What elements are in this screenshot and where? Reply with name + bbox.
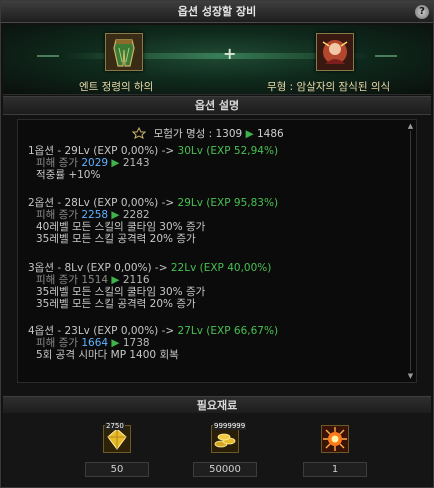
- target-equipment-slot[interactable]: [105, 33, 143, 71]
- damage-to: 2143: [122, 157, 150, 169]
- option-head: 4옵션 - 23Lv (EXP 0,00%) -> 27Lv (EXP 66,6…: [28, 325, 398, 337]
- material-badge: 9999999: [213, 422, 247, 430]
- fame-from: 1309: [215, 128, 243, 140]
- damage-from: 1664: [81, 337, 109, 349]
- option-level-to: 27Lv (EXP 66,67%): [177, 325, 279, 337]
- option-growth-window: 옵션 성장할 장비 ? + 엔트 정령의 하의 무형 : 암살자의 잠식된 의식…: [0, 0, 434, 488]
- fame-to: 1486: [256, 128, 284, 140]
- burst-orb-icon: [322, 426, 348, 452]
- option-description-header: 옵션 설명: [3, 96, 431, 115]
- option-effect: 35레벨 모든 스킬 공격력 20% 증가: [36, 298, 196, 310]
- option-head: 3옵션 - 8Lv (EXP 0,00%) -> 22Lv (EXP 40,00…: [28, 262, 398, 274]
- damage-from: 2258: [81, 209, 109, 221]
- option-effect: 적중률 +10%: [36, 169, 101, 181]
- scroll-up-arrow-icon[interactable]: ▲: [406, 122, 415, 130]
- window-title: 옵션 성장할 장비: [177, 5, 257, 18]
- adventurer-fame-line: 모험가 명성 : 1309 ▶ 1486: [18, 126, 398, 141]
- damage-arrow: ▶: [111, 274, 120, 286]
- damage-to: 2116: [122, 274, 150, 286]
- damage-to: 2282: [122, 209, 150, 221]
- material-equipment-slot[interactable]: [316, 33, 354, 71]
- fame-icon: [132, 127, 147, 139]
- option-level-from: 3옵션 - 8Lv (EXP 0,00%) ->: [28, 262, 168, 274]
- material-slot-2[interactable]: 9999999: [211, 422, 247, 453]
- damage-increase-label: 피해 증가: [36, 157, 78, 169]
- material-count-3: 1: [303, 462, 367, 477]
- damage-increase-line: 피해 증가 1664 ▶ 1738: [28, 337, 398, 349]
- option-level-to: 30Lv (EXP 52,94%): [177, 145, 279, 157]
- option-effect: 35레벨 모든 스킬의 쿨타임 30% 증가: [36, 286, 206, 298]
- damage-increase-line: 피해 증가 2029 ▶ 2143: [28, 157, 398, 169]
- material-equipment-name: 무형 : 암살자의 잠식된 의식: [267, 81, 391, 93]
- option-level-from: 4옵션 - 23Lv (EXP 0,00%) ->: [28, 325, 175, 337]
- option-head: 2옵션 - 28Lv (EXP 0,00%) -> 29Lv (EXP 95,8…: [28, 197, 398, 209]
- option-level-to: 22Lv (EXP 40,00%): [170, 262, 272, 274]
- option-effect: 35레벨 모든 스킬 공격력 20% 증가: [36, 233, 196, 245]
- option-effect: 5회 공격 시마다 MP 1400 회복: [36, 349, 179, 361]
- help-button[interactable]: ?: [415, 5, 429, 19]
- option-level-from: 1옵션 - 29Lv (EXP 0,00%) ->: [28, 145, 175, 157]
- scroll-track[interactable]: [410, 131, 411, 371]
- assassin-soul-icon: [317, 34, 353, 70]
- damage-arrow: ▶: [111, 209, 120, 221]
- option-block-2: 2옵션 - 28Lv (EXP 0,00%) -> 29Lv (EXP 95,8…: [28, 197, 398, 245]
- description-scrollbar[interactable]: ▲ ▼: [406, 122, 415, 380]
- combine-plus: +: [223, 44, 237, 63]
- material-badge: 2750: [105, 422, 125, 430]
- window-titlebar[interactable]: 옵션 성장할 장비 ?: [1, 1, 433, 23]
- damage-increase-label: 피해 증가: [36, 274, 78, 286]
- damage-increase-line: 피해 증가 1514 ▶ 2116: [28, 274, 398, 286]
- option-description-panel[interactable]: 모험가 명성 : 1309 ▶ 1486 1옵션 - 29Lv (EXP 0,0…: [17, 119, 417, 383]
- damage-to: 1738: [122, 337, 150, 349]
- left-arrow-decoration: [37, 55, 59, 57]
- fame-label: 모험가 명성 :: [153, 128, 213, 140]
- material-slot-3[interactable]: [321, 425, 349, 453]
- material-count-2: 50000: [193, 462, 257, 477]
- option-block-4: 4옵션 - 23Lv (EXP 0,00%) -> 27Lv (EXP 66,6…: [28, 325, 398, 361]
- leg-armor-icon: [106, 34, 142, 70]
- scroll-down-arrow-icon[interactable]: ▼: [406, 372, 415, 380]
- option-head: 1옵션 - 29Lv (EXP 0,00%) -> 30Lv (EXP 52,9…: [28, 145, 398, 157]
- equipment-panel: + 엔트 정령의 하의 무형 : 암살자의 잠식된 의식: [3, 25, 431, 95]
- option-block-3: 3옵션 - 8Lv (EXP 0,00%) -> 22Lv (EXP 40,00…: [28, 262, 398, 310]
- right-arrow-decoration: [375, 55, 397, 57]
- damage-increase-label: 피해 증가: [36, 209, 78, 221]
- damage-from: 2029: [81, 157, 109, 169]
- damage-arrow: ▶: [111, 157, 120, 169]
- fame-arrow: ▶: [245, 128, 254, 140]
- target-equipment-name: 엔트 정령의 하의: [79, 81, 154, 93]
- damage-from: 1514: [81, 274, 109, 286]
- damage-increase-line: 피해 증가 2258 ▶ 2282: [28, 209, 398, 221]
- damage-increase-label: 피해 증가: [36, 337, 78, 349]
- material-slot-1[interactable]: 2750: [103, 422, 131, 453]
- option-level-to: 29Lv (EXP 95,83%): [177, 197, 279, 209]
- material-count-1: 50: [85, 462, 149, 477]
- option-effect: 40레벨 모든 스킬의 쿨타임 30% 증가: [36, 221, 206, 233]
- option-block-1: 1옵션 - 29Lv (EXP 0,00%) -> 30Lv (EXP 52,9…: [28, 145, 398, 181]
- damage-arrow: ▶: [111, 337, 120, 349]
- required-materials-panel: 2750 50 9999999 50000 1: [3, 413, 431, 487]
- option-level-from: 2옵션 - 28Lv (EXP 0,00%) ->: [28, 197, 175, 209]
